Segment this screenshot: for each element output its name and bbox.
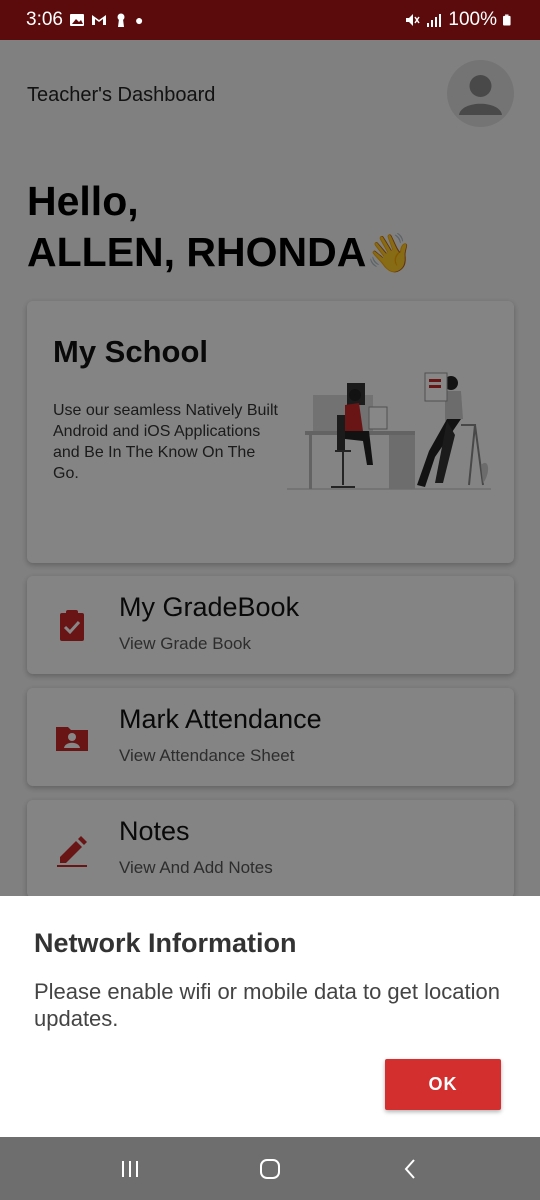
ok-button[interactable]: OK [385, 1059, 501, 1110]
navigation-bar [0, 1137, 540, 1200]
mute-vibrate-icon [406, 14, 421, 26]
gallery-icon [69, 14, 84, 26]
home-icon [260, 1158, 280, 1179]
dialog-message: Please enable wifi or mobile data to get… [34, 979, 500, 1031]
dialog-title: Network Information [34, 928, 297, 958]
battery-percent: 100% [448, 9, 497, 30]
keyhole-icon [117, 13, 125, 27]
back-button[interactable] [390, 1149, 430, 1189]
back-icon [404, 1158, 415, 1179]
network-dialog: Network Information Please enable wifi o… [0, 896, 540, 1137]
recent-apps-icon [122, 1160, 138, 1177]
signal-icon [427, 14, 442, 27]
recent-apps-button[interactable] [110, 1149, 150, 1189]
battery-icon [503, 14, 511, 26]
status-bar: 3:06 ● 100% [0, 0, 540, 40]
status-time: 3:06 [26, 9, 63, 30]
gmail-icon [91, 15, 106, 25]
home-button[interactable] [250, 1149, 290, 1189]
notification-dot-icon: ● [134, 12, 144, 28]
